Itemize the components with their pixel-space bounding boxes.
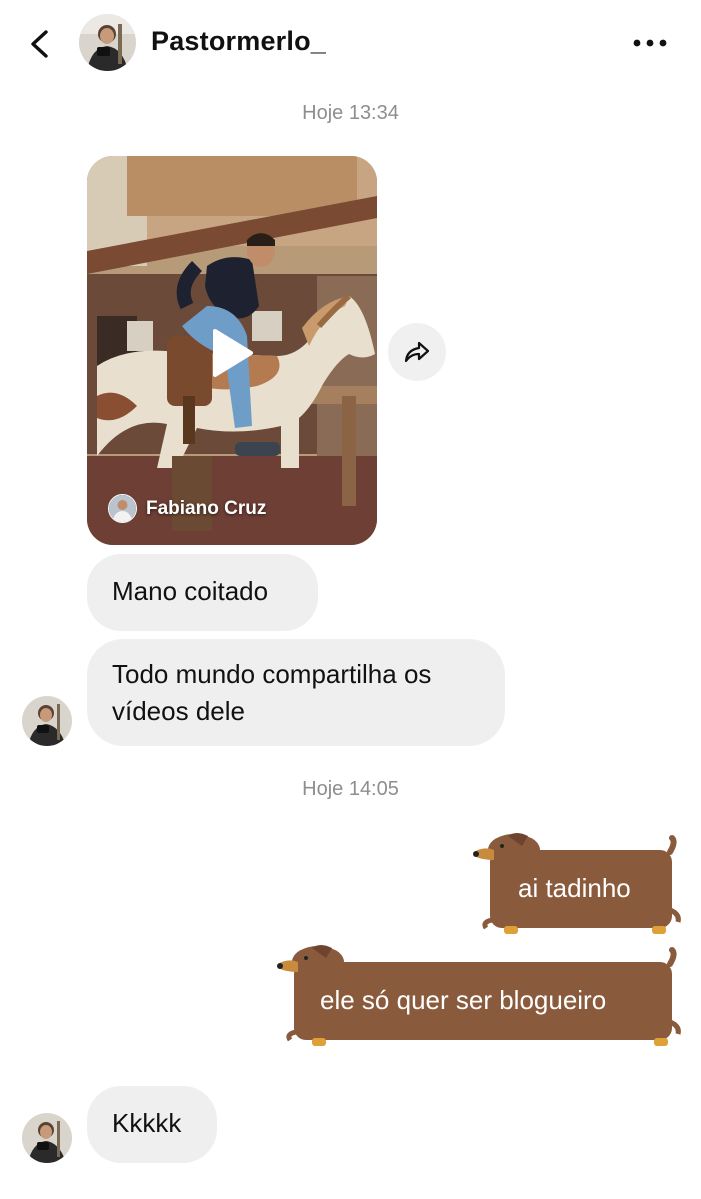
message-text: Kkkkk [112,1108,182,1138]
more-options-button[interactable] [628,30,672,56]
message-text: Todo mundo compartilha os [112,659,432,689]
sent-message-bubble[interactable]: ai tadinho [472,830,682,940]
avatar[interactable] [22,1113,72,1163]
video-author-name: Fabiano Cruz [146,497,267,519]
message-bubble[interactable]: Kkkkk [87,1086,217,1163]
timestamp: Hoje 13:34 [302,102,399,124]
video-author: Fabiano Cruz [108,494,266,523]
shared-video-thumbnail[interactable] [87,156,377,545]
back-button[interactable] [22,24,58,64]
avatar[interactable] [79,14,136,71]
play-icon[interactable] [205,327,257,379]
message-text: ele só quer ser blogueiro [320,985,607,1015]
video-author-avatar [108,494,137,523]
chat-username[interactable]: Pastormerlo_ [151,26,326,57]
message-text: Mano coitado [112,576,269,606]
more-horizontal-icon [633,39,667,47]
chat-header: Pastormerlo_ [0,0,701,88]
share-arrow-icon [404,341,430,363]
timestamp: Hoje 14:05 [302,778,399,800]
share-button[interactable] [388,323,446,381]
message-bubble[interactable]: Todo mundo compartilha os vídeos dele [87,639,505,746]
message-text: ai tadinho [518,873,631,903]
message-text: vídeos dele [112,696,245,726]
chevron-left-icon [31,30,48,58]
avatar[interactable] [22,696,72,746]
message-bubble[interactable]: Mano coitado [87,554,318,631]
sent-message-bubble[interactable]: ele só quer ser blogueiro [276,942,682,1052]
